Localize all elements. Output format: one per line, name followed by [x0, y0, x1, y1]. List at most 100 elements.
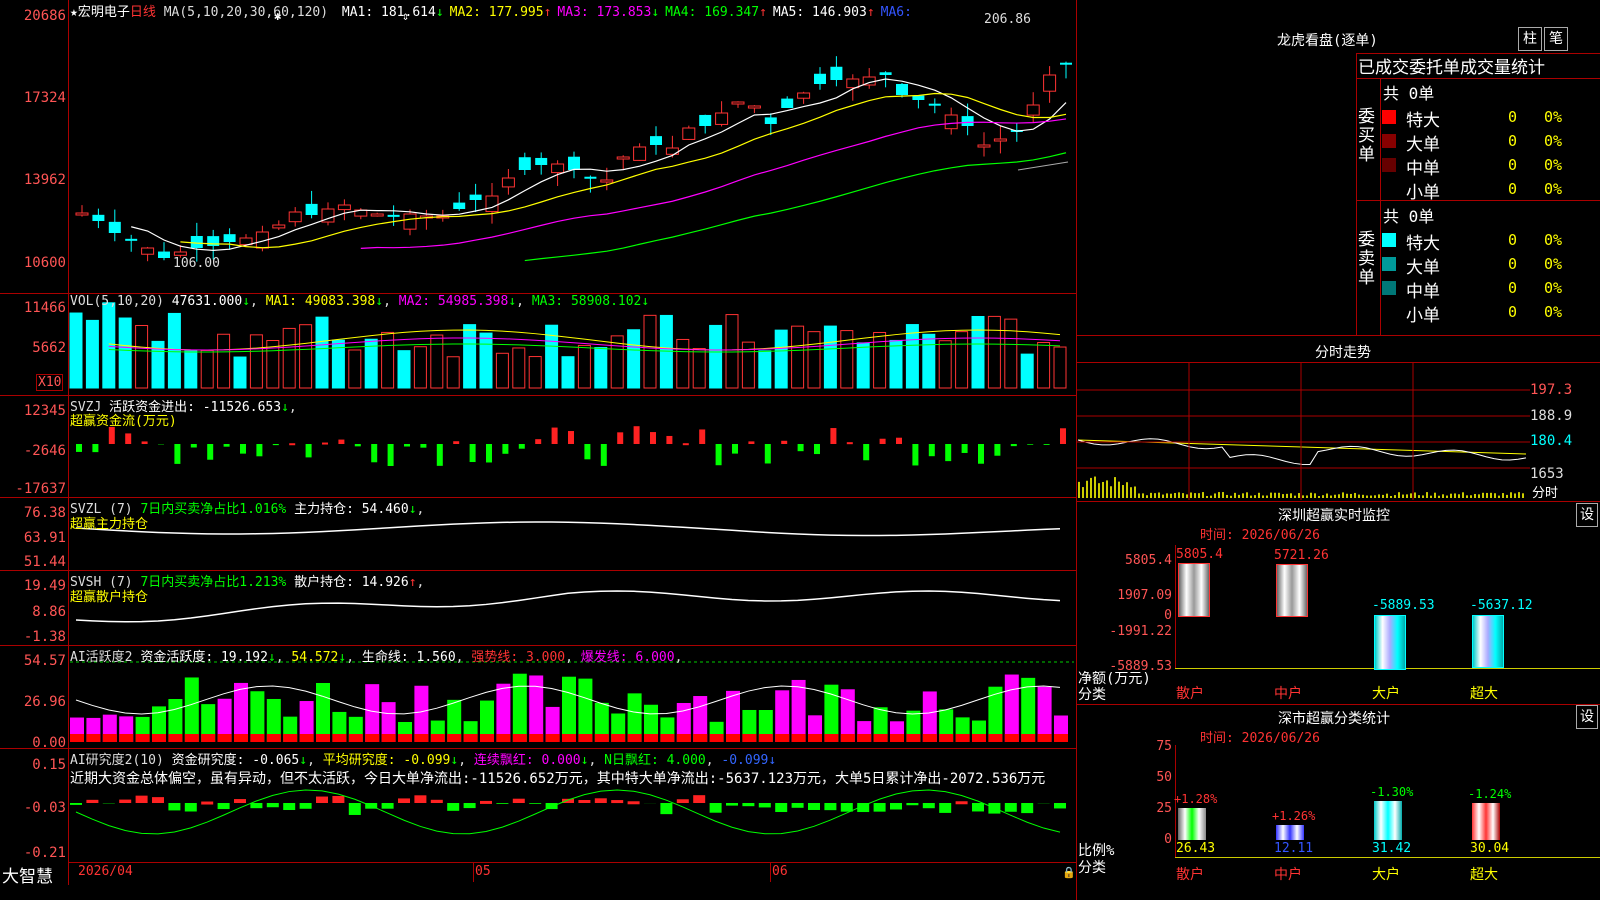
ai-research-bar — [168, 803, 181, 811]
fenshi-vol-bar — [1338, 494, 1340, 498]
candle-body-down — [650, 136, 662, 145]
ai-research-axis-low: -0.21 — [23, 845, 66, 861]
svzj-bar — [223, 444, 230, 447]
candle-body-down — [961, 116, 974, 126]
ai-active-base — [660, 734, 675, 742]
ai-active-base — [824, 734, 839, 742]
tab-bar[interactable]: 柱 — [1518, 27, 1542, 51]
monitor-axis-label: 5805.4 — [1125, 553, 1172, 568]
monitor-settings-button[interactable]: 设 — [1576, 503, 1598, 527]
ai-research-bar — [119, 799, 132, 803]
fenshi-axis-4: 1653 — [1530, 466, 1564, 482]
lock-icon[interactable]: 🔒 — [1062, 866, 1076, 879]
period-label[interactable]: 日线 — [130, 5, 156, 20]
fenshi-vol-bar — [1454, 493, 1456, 498]
fenshi-vol-bar — [1202, 492, 1204, 498]
fenshi-vol-bar — [1386, 493, 1388, 498]
volume-bar — [922, 333, 936, 389]
vol-ma3-arrow: ↓ — [641, 294, 650, 309]
volume-bar — [528, 356, 542, 389]
fenshi-vol-bar — [1294, 495, 1296, 498]
fenshi-vol-bar — [1378, 494, 1380, 498]
fenshi-vol-bar — [1098, 483, 1100, 498]
class-bar-中户[interactable] — [1276, 825, 1304, 840]
fenshi-vol-bar — [1350, 493, 1352, 498]
svzj-bar — [305, 444, 312, 458]
ai-active-bar — [414, 685, 429, 742]
svzj-bar — [879, 438, 886, 444]
fenshi-vol-bar — [1082, 487, 1084, 498]
fenshi-vol-bar — [1374, 495, 1376, 498]
vol-ma2: MA2: 54985.398 — [398, 294, 509, 309]
monitor-bar-超大[interactable] — [1472, 615, 1504, 668]
fenshi-vol-bar — [1322, 495, 1324, 498]
class-stat-settings-button[interactable]: 设 — [1576, 705, 1598, 729]
brand-logo[interactable]: 大智慧 — [2, 862, 53, 887]
fenshi-axis-1: 197.3 — [1530, 382, 1573, 398]
volume-bar — [873, 331, 887, 389]
fenshi-vol-bar — [1106, 480, 1108, 498]
volume-bar — [905, 324, 919, 389]
longhu-stats-header: 已成交委托单成交量统计 — [1358, 58, 1545, 78]
svzj-bar — [945, 444, 952, 462]
fenshi-vol-bar — [1334, 494, 1336, 498]
fenshi-vol-bar — [1110, 486, 1112, 498]
svzj-bar — [551, 427, 558, 444]
class-axis-label: 75 — [1156, 739, 1172, 754]
ai-research-bar — [152, 797, 164, 803]
fenshi-vol-bar — [1154, 493, 1156, 498]
svzj-bar — [272, 444, 279, 446]
sell-row-value: 0 — [1508, 255, 1518, 273]
sell-swatch-3 — [1382, 305, 1396, 319]
class-bar-散户[interactable] — [1178, 807, 1206, 840]
svzj-bar — [371, 444, 378, 463]
svzj-arrow: ↓ — [281, 400, 289, 415]
candle-body-down — [125, 238, 138, 241]
ai-research-bar — [594, 798, 607, 803]
ai-active-base — [496, 734, 511, 742]
fenshi-vol-bar — [1358, 494, 1360, 498]
fenshi-vol-bar — [1510, 492, 1512, 498]
candle-body-up — [633, 146, 647, 161]
ai-active-bar — [1037, 686, 1052, 742]
stock-name[interactable]: 宏明电子 — [78, 5, 130, 20]
fenshi-vol-bar — [1486, 492, 1488, 498]
candle-body-up — [682, 127, 696, 140]
volume-bar — [758, 350, 772, 389]
fenshi-vol-bar — [1402, 494, 1404, 498]
volume-bar — [495, 352, 509, 389]
ai-active-bar — [496, 683, 511, 742]
volume-bar — [987, 315, 1001, 389]
svzl-ratio: 7日内买卖净占比1.016% — [140, 502, 287, 517]
monitor-bar-大户[interactable] — [1374, 615, 1406, 670]
fenshi-vol-bar — [1126, 482, 1128, 498]
tab-tick[interactable]: 笔 — [1544, 27, 1568, 51]
svzj-bar — [699, 429, 706, 444]
ai-active-base — [316, 734, 330, 742]
monitor-axis-label: 1907.09 — [1117, 588, 1172, 603]
class-bar-超大[interactable] — [1472, 803, 1500, 840]
fenshi-vol-bar — [1422, 495, 1424, 498]
svsh-subtitle: 超赢散户持仓 — [70, 590, 149, 605]
vol-unit-badge: X10 — [36, 374, 64, 391]
class-stat-xlabel: 分类 — [1078, 860, 1106, 876]
ai-research-label: AI研究度2(10) — [70, 753, 164, 768]
volume-bar — [85, 319, 99, 389]
candle-body-down — [879, 72, 892, 75]
ai-research-bar — [1021, 803, 1034, 814]
fenshi-vol-bar — [1502, 493, 1504, 498]
ai-research-bar — [1004, 803, 1017, 812]
star-icon[interactable]: ★ — [70, 5, 78, 20]
svzj-bar — [682, 443, 689, 446]
monitor-bar-散户[interactable] — [1178, 562, 1210, 617]
vol-axis-mid: 5662 — [32, 340, 66, 356]
svzj-bar — [633, 426, 640, 444]
ai-active-base — [726, 734, 740, 742]
class-bar-大户[interactable] — [1374, 801, 1402, 840]
volume-bar — [627, 329, 641, 389]
monitor-xlabel: 分类 — [1078, 687, 1106, 703]
monitor-bar-中户[interactable] — [1276, 563, 1308, 617]
svzj-bar — [436, 444, 443, 466]
buy-row-value: 0 — [1508, 108, 1518, 126]
svzj-bar — [76, 444, 82, 452]
